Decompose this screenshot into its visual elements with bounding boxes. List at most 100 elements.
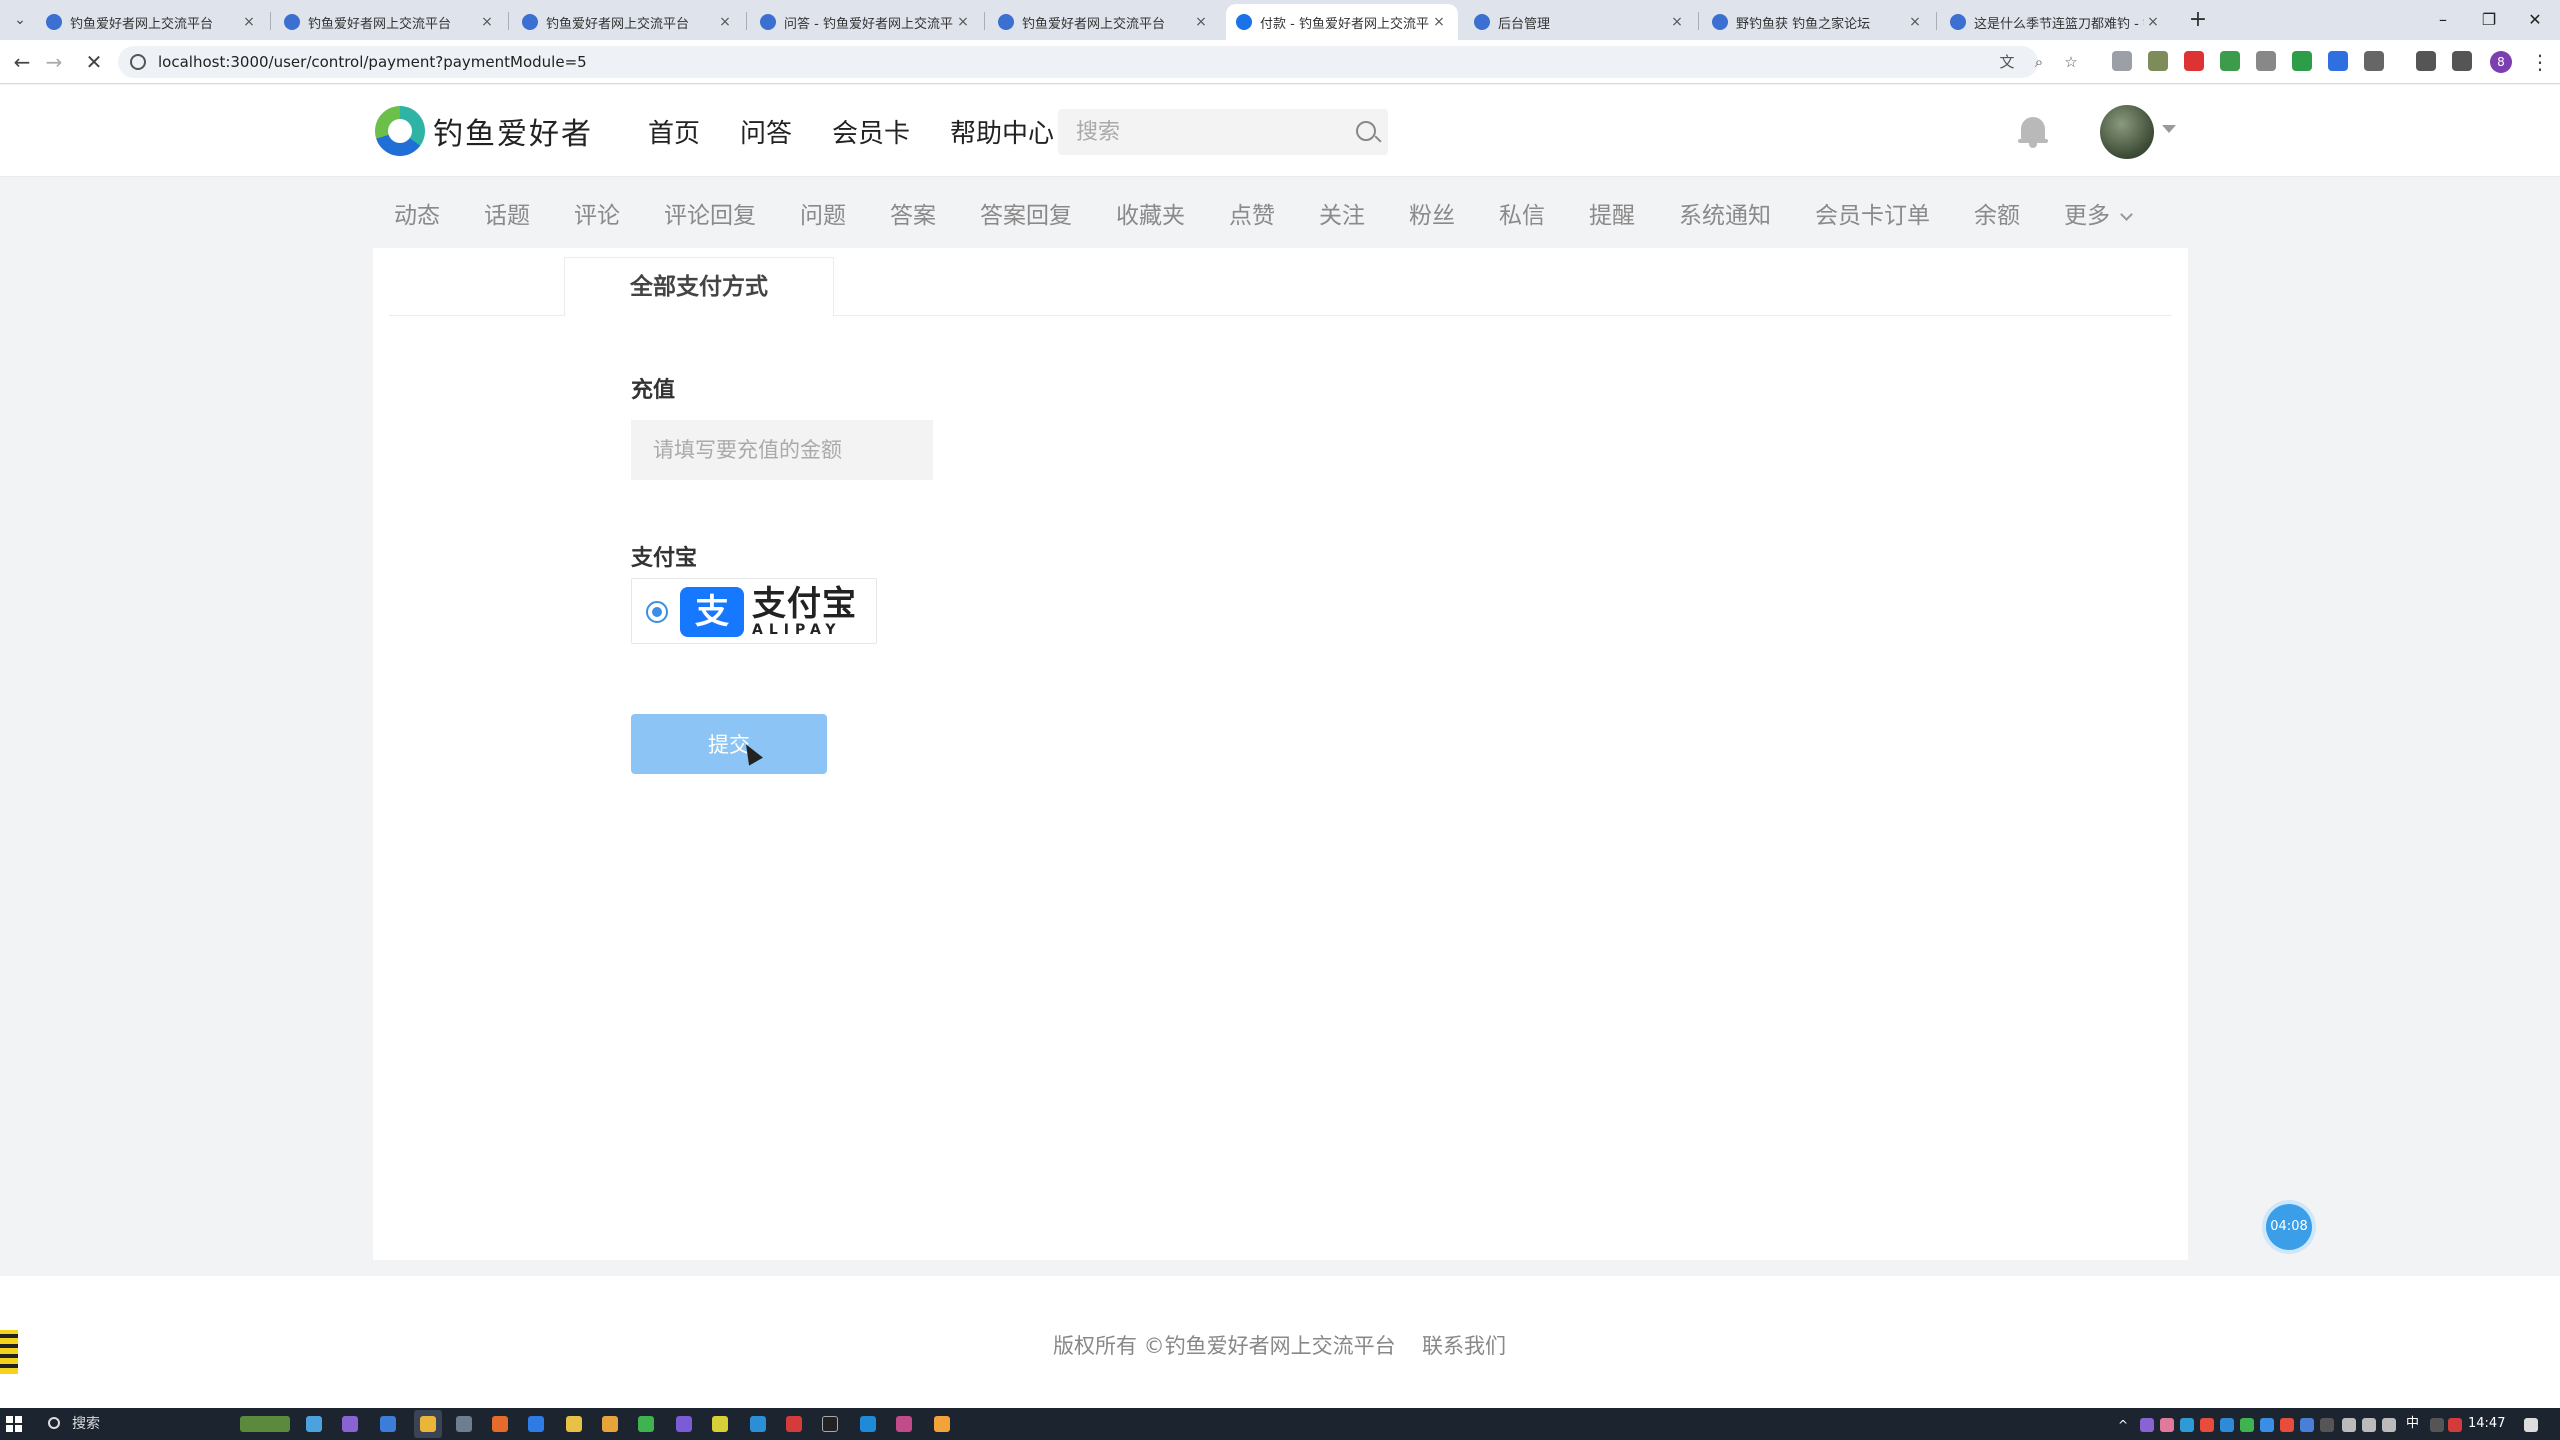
browser-tab[interactable]: 钓鱼爱好者网上交流平台 × <box>274 4 506 40</box>
nav-help-center[interactable]: 帮助中心 <box>950 113 1054 150</box>
shield-extension-icon[interactable] <box>2184 51 2204 71</box>
nav-qa[interactable]: 问答 <box>740 113 792 150</box>
subnav-item-favorites[interactable]: 收藏夹 <box>1116 196 1185 230</box>
user-avatar[interactable] <box>2100 105 2154 159</box>
taskbar-app-icon[interactable] <box>602 1416 618 1432</box>
taskbar-app-icon[interactable] <box>750 1416 766 1432</box>
tray-app-icon[interactable] <box>2320 1418 2334 1432</box>
taskbar-app-icon[interactable] <box>860 1416 876 1432</box>
subnav-item-balance[interactable]: 余额 <box>1974 196 2020 230</box>
vue-devtools-icon[interactable] <box>2292 51 2312 71</box>
taskbar-app-icon[interactable] <box>492 1416 508 1432</box>
profile-avatar-icon[interactable]: 8 <box>2490 51 2512 73</box>
forward-arrow-icon[interactable]: → <box>40 48 68 76</box>
taskbar-app-icon[interactable] <box>934 1416 950 1432</box>
wechat-icon[interactable] <box>638 1416 654 1432</box>
close-tab-icon[interactable]: × <box>1668 14 1686 30</box>
browser-tab[interactable]: 问答 - 钓鱼爱好者网上交流平台 × <box>750 4 982 40</box>
subnav-item-reminders[interactable]: 提醒 <box>1589 196 1635 230</box>
taskbar-widget-icon[interactable] <box>240 1416 290 1432</box>
windows-start-icon[interactable] <box>6 1416 22 1432</box>
taskbar-clock[interactable]: 14:47 <box>2468 1408 2505 1440</box>
side-widget-icon[interactable] <box>0 1330 18 1374</box>
close-tab-icon[interactable]: × <box>2144 14 2162 30</box>
back-arrow-icon[interactable]: ← <box>8 48 36 76</box>
tray-app-icon[interactable] <box>2160 1418 2174 1432</box>
taskbar-app-icon[interactable] <box>822 1416 838 1432</box>
site-logo[interactable]: 钓鱼爱好者 <box>375 103 593 159</box>
subnav-more[interactable]: 更多 <box>2064 196 2133 230</box>
close-tab-icon[interactable]: × <box>478 14 496 30</box>
tray-app-icon[interactable] <box>2260 1418 2274 1432</box>
subnav-item-system-notices[interactable]: 系统通知 <box>1679 196 1771 230</box>
minimize-window-icon[interactable]: – <box>2420 0 2466 40</box>
taskbar-app-icon[interactable] <box>896 1416 912 1432</box>
extensions-puzzle-icon[interactable] <box>2364 51 2384 71</box>
browser-tab[interactable]: 后台管理 × <box>1464 4 1696 40</box>
subnav-item-followers[interactable]: 粉丝 <box>1409 196 1455 230</box>
battery-icon[interactable] <box>2382 1418 2396 1432</box>
subnav-item-comment-replies[interactable]: 评论回复 <box>664 196 756 230</box>
tray-app-icon[interactable] <box>2220 1418 2234 1432</box>
close-tab-icon[interactable]: × <box>1906 14 1924 30</box>
browser-tab[interactable]: 钓鱼爱好者网上交流平台 × <box>36 4 268 40</box>
tray-app-icon[interactable] <box>2180 1418 2194 1432</box>
close-window-icon[interactable]: ✕ <box>2512 0 2558 40</box>
alipay-option[interactable]: 支 支付宝 ALIPAY <box>631 578 877 644</box>
browser-tab[interactable]: 钓鱼爱好者网上交流平台 × <box>988 4 1220 40</box>
taskbar-app-icon[interactable] <box>380 1416 396 1432</box>
search-input[interactable] <box>1074 109 1344 155</box>
tray-app-icon[interactable] <box>2140 1418 2154 1432</box>
browser-tab[interactable]: 这是什么季节连篮刀都难钓 - 钓 × <box>1940 4 2172 40</box>
stop-loading-icon[interactable]: ✕ <box>80 48 108 76</box>
recycle-extension-icon[interactable] <box>2220 51 2240 71</box>
bookmark-star-icon[interactable]: ☆ <box>2062 53 2080 71</box>
alipay-radio[interactable] <box>646 601 668 623</box>
subnav-item-topics[interactable]: 话题 <box>484 196 530 230</box>
subnav-item-messages[interactable]: 私信 <box>1499 196 1545 230</box>
image-extension-icon[interactable] <box>2148 51 2168 71</box>
zoom-icon[interactable]: ⌕ <box>2030 53 2048 71</box>
subnav-item-answers[interactable]: 答案 <box>890 196 936 230</box>
tab-all-payment-methods[interactable]: 全部支付方式 <box>564 257 834 317</box>
browser-tab[interactable]: 钓鱼爱好者网上交流平台 × <box>512 4 744 40</box>
floating-timer-badge[interactable]: 04:08 <box>2266 1204 2312 1250</box>
address-url[interactable]: localhost:3000/user/control/payment?paym… <box>158 46 587 78</box>
copy-extension-icon[interactable] <box>2256 51 2276 71</box>
recharge-amount-input[interactable] <box>631 420 933 480</box>
browser-tab-active[interactable]: 付款 - 钓鱼爱好者网上交流平台 × <box>1226 4 1458 40</box>
input-language-indicator[interactable]: 中 <box>2406 1408 2419 1440</box>
close-tab-icon[interactable]: × <box>1430 14 1448 30</box>
notification-center-icon[interactable] <box>2524 1418 2538 1432</box>
screenshot-extension-icon[interactable] <box>2112 51 2132 71</box>
browser-menu-icon[interactable]: ⋮ <box>2526 48 2554 76</box>
footer-contact-link[interactable]: 联系我们 <box>1422 1330 1506 1360</box>
search-icon[interactable] <box>1356 121 1376 141</box>
site-info-icon[interactable] <box>130 54 146 70</box>
caret-down-icon[interactable] <box>2162 125 2176 133</box>
network-icon[interactable] <box>2342 1418 2356 1432</box>
taskbar-app-icon[interactable] <box>712 1416 728 1432</box>
download-icon[interactable] <box>2416 51 2436 71</box>
taskbar-app-icon[interactable] <box>528 1416 544 1432</box>
file-explorer-icon[interactable] <box>566 1416 582 1432</box>
subnav-item-following[interactable]: 关注 <box>1319 196 1365 230</box>
tray-app-icon[interactable] <box>2300 1418 2314 1432</box>
tray-chevron-icon[interactable]: ^ <box>2118 1418 2132 1432</box>
taskbar-app-icon[interactable] <box>306 1416 322 1432</box>
subnav-item-likes[interactable]: 点赞 <box>1229 196 1275 230</box>
subnav-item-questions[interactable]: 问题 <box>800 196 846 230</box>
chrome-browser-icon[interactable] <box>420 1416 436 1432</box>
tray-app-icon[interactable] <box>2430 1418 2444 1432</box>
tray-app-icon[interactable] <box>2240 1418 2254 1432</box>
notification-bell-icon[interactable] <box>2018 113 2048 148</box>
nav-membership-card[interactable]: 会员卡 <box>832 113 910 150</box>
close-tab-icon[interactable]: × <box>954 14 972 30</box>
volume-icon[interactable] <box>2362 1418 2376 1432</box>
subnav-item-comments[interactable]: 评论 <box>574 196 620 230</box>
taskbar-app-icon[interactable] <box>676 1416 692 1432</box>
subnav-item-answer-replies[interactable]: 答案回复 <box>980 196 1072 230</box>
subnav-item-card-orders[interactable]: 会员卡订单 <box>1815 196 1930 230</box>
close-tab-icon[interactable]: × <box>240 14 258 30</box>
nav-home[interactable]: 首页 <box>648 113 700 150</box>
